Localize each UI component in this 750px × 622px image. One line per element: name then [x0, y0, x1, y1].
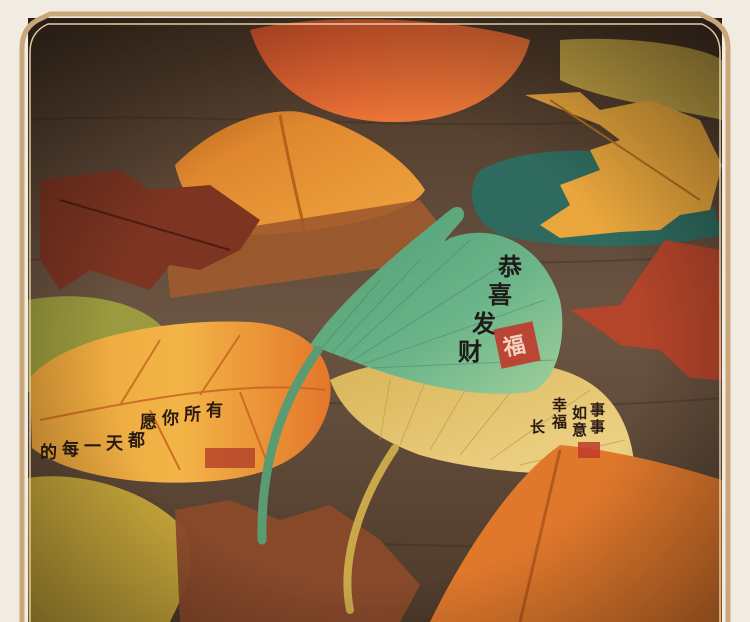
vignette-overlay	[28, 18, 722, 622]
photo-stage: 的每一 天都 愿你 所有 恭 喜	[0, 0, 750, 622]
leaf-notes-photo: 的每一 天都 愿你 所有 恭 喜	[19, 11, 731, 622]
